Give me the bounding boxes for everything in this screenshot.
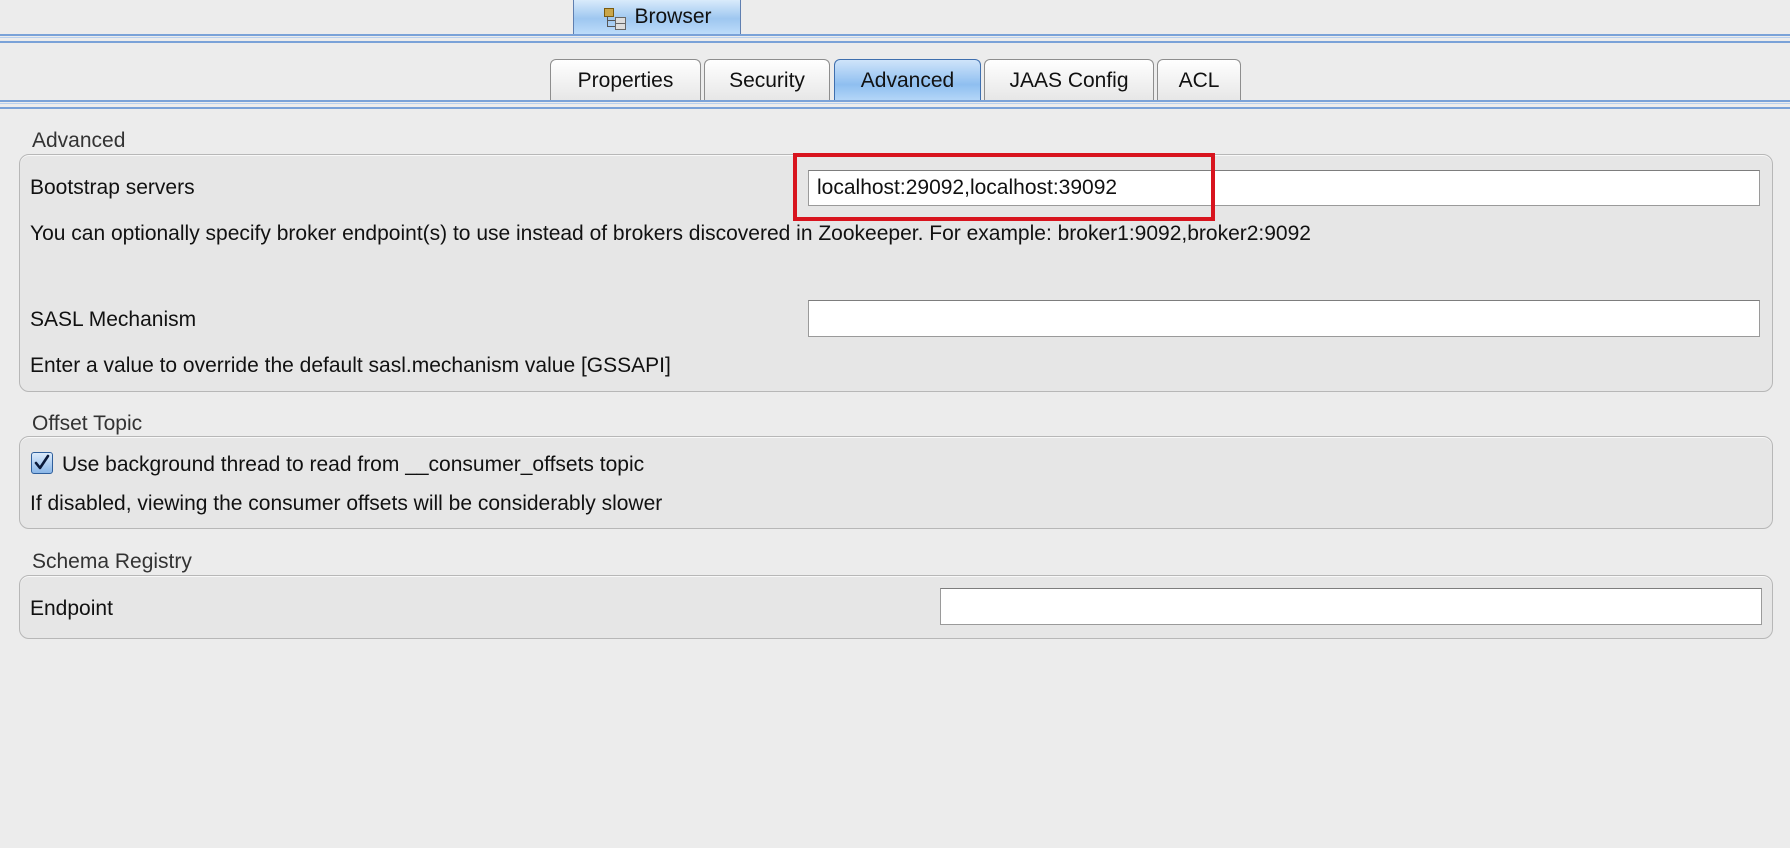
- bootstrap-servers-help: You can optionally specify broker endpoi…: [30, 222, 1311, 245]
- checkmark-icon: [34, 454, 50, 470]
- tab-properties[interactable]: Properties: [550, 59, 701, 101]
- tab-security[interactable]: Security: [704, 59, 830, 101]
- schema-registry-group-title: Schema Registry: [32, 550, 192, 573]
- browser-tab[interactable]: Browser: [573, 0, 741, 34]
- background-thread-checkbox[interactable]: [31, 452, 53, 474]
- sasl-mechanism-input[interactable]: [808, 300, 1760, 337]
- tab-advanced[interactable]: Advanced: [834, 59, 981, 101]
- browser-tab-label: Browser: [634, 5, 712, 28]
- top-divider: [0, 33, 1790, 46]
- highlight-box: [793, 153, 1215, 221]
- offset-topic-group-title: Offset Topic: [32, 412, 143, 435]
- endpoint-input[interactable]: [940, 588, 1762, 625]
- sasl-mechanism-label: SASL Mechanism: [30, 308, 197, 331]
- tab-jaas-config[interactable]: JAAS Config: [984, 59, 1154, 101]
- tab-label: ACL: [1178, 68, 1220, 92]
- tab-label: Security: [729, 68, 805, 92]
- sasl-mechanism-help: Enter a value to override the default sa…: [30, 354, 671, 377]
- background-thread-label[interactable]: Use background thread to read from __con…: [62, 453, 644, 477]
- tab-label: JAAS Config: [1009, 68, 1129, 92]
- tab-acl[interactable]: ACL: [1157, 59, 1241, 101]
- advanced-group-title: Advanced: [32, 129, 126, 152]
- tree-icon: [602, 6, 627, 30]
- bootstrap-servers-label: Bootstrap servers: [30, 176, 195, 199]
- tab-label: Advanced: [860, 68, 955, 92]
- tabs-divider: [0, 99, 1790, 112]
- tab-label: Properties: [577, 68, 674, 92]
- offset-topic-help: If disabled, viewing the consumer offset…: [30, 492, 663, 515]
- endpoint-label: Endpoint: [30, 597, 113, 620]
